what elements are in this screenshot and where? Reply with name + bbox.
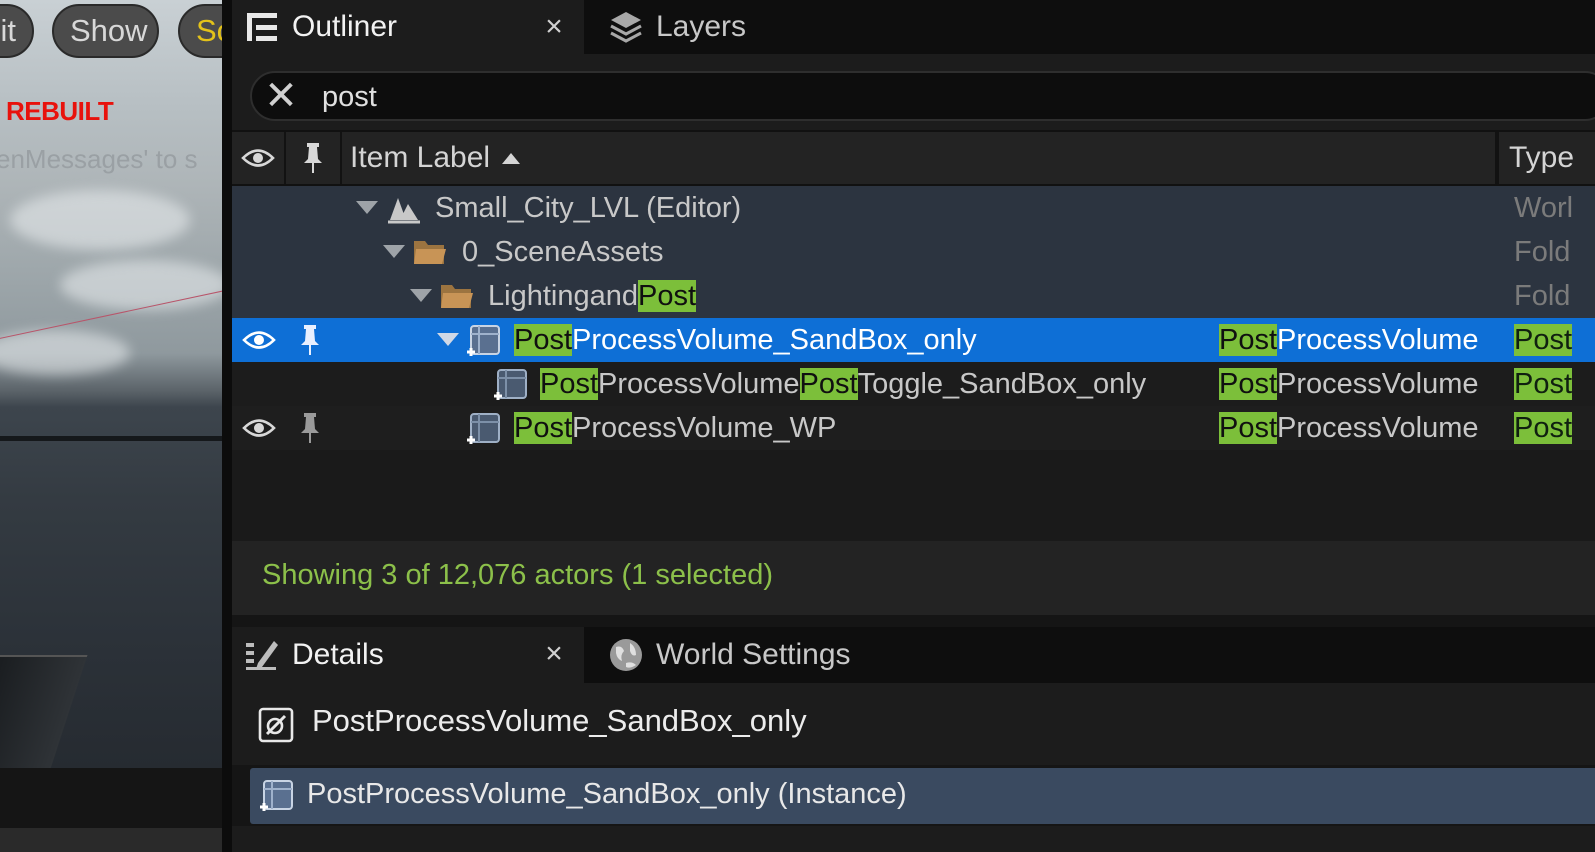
outliner-status-bar: Showing 3 of 12,076 actors (1 selected) <box>232 541 1595 615</box>
pin-icon[interactable] <box>298 322 322 358</box>
viewport-pier <box>0 655 88 768</box>
viewport-scalability-button[interactable]: Sc <box>178 4 222 58</box>
tree-row-type-extra: Post <box>1514 368 1573 400</box>
tab-world-settings[interactable]: World Settings <box>596 627 976 683</box>
item-label-column-header[interactable]: Item Label <box>342 132 1497 184</box>
viewport-show-button[interactable]: Show <box>52 4 159 58</box>
close-icon[interactable]: × <box>534 0 574 54</box>
volume-actor-icon <box>492 366 528 402</box>
layers-icon <box>606 7 646 47</box>
details-header: PostProcessVolume_SandBox_only <box>232 683 1595 765</box>
actor-class-icon <box>258 707 294 743</box>
tree-row-label: LightingandPost <box>488 280 697 312</box>
type-header-text: Type <box>1509 141 1575 174</box>
search-box: ✕ <box>250 71 1595 121</box>
volume-actor-icon <box>465 322 501 358</box>
tab-details[interactable]: Details <box>232 627 584 683</box>
tree-row-label: Small_City_LVL (Editor) <box>435 192 742 224</box>
tree-row-selected-actor[interactable]: PostProcessVolume_SandBox_only PostProce… <box>232 318 1595 362</box>
tree-row-actor[interactable]: PostProcessVolume_WP PostProcessVolume P… <box>232 406 1595 450</box>
details-icon <box>242 635 282 675</box>
eye-icon <box>241 149 275 167</box>
pin-column-header[interactable] <box>286 132 342 184</box>
tree-row-type: Worl <box>1514 192 1574 224</box>
component-instance-row[interactable]: PostProcessVolume_SandBox_only (Instance… <box>250 768 1595 824</box>
details-next-row <box>232 826 1595 852</box>
eye-icon[interactable] <box>242 412 276 444</box>
volume-actor-icon <box>258 777 296 815</box>
tree-row-folder[interactable]: LightingandPost Fold <box>232 274 1595 318</box>
pin-icon <box>304 143 322 173</box>
selected-actor-name[interactable]: PostProcessVolume_SandBox_only <box>312 703 807 739</box>
outliner-search-row: ✕ <box>232 54 1595 130</box>
folder-icon <box>439 278 475 314</box>
tree-row-label: PostProcessVolume_SandBox_only <box>514 324 977 356</box>
details-tab-bar: Details × World Settings <box>232 627 1595 683</box>
visibility-column-header[interactable] <box>232 132 286 184</box>
close-icon[interactable]: × <box>534 627 574 683</box>
search-input[interactable] <box>322 79 1522 115</box>
expand-arrow-icon[interactable] <box>356 201 378 214</box>
viewport-screen-message: enMessages' to s <box>0 144 198 174</box>
tree-row-actor[interactable]: PostProcessVolumePostToggle_SandBox_only… <box>232 362 1595 406</box>
tab-layers[interactable]: Layers <box>596 0 936 54</box>
sky-cloud <box>60 260 222 310</box>
tree-row-world[interactable]: Small_City_LVL (Editor) Worl <box>232 186 1595 230</box>
sky-cloud <box>0 330 130 375</box>
viewport-footer <box>0 768 222 828</box>
tree-row-type: Fold <box>1514 236 1571 268</box>
folder-icon <box>412 234 448 270</box>
tree-row-type: Fold <box>1514 280 1571 312</box>
tree-row-type: PostProcessVolume <box>1219 412 1479 444</box>
tab-outliner-label: Outliner <box>292 10 398 43</box>
tree-row-type: PostProcessVolume <box>1219 324 1479 356</box>
level-viewport[interactable]: it Show Sc REBUILT enMessages' to s <box>0 0 222 768</box>
expand-arrow-icon[interactable] <box>410 289 432 302</box>
actor-count-status: Showing 3 of 12,076 actors (1 selected) <box>262 559 774 591</box>
volume-actor-icon <box>465 410 501 446</box>
expand-arrow-icon[interactable] <box>437 333 459 346</box>
tree-row-label: PostProcessVolumePostToggle_SandBox_only <box>540 368 1147 400</box>
sort-ascending-icon <box>502 152 521 164</box>
component-instance-label: PostProcessVolume_SandBox_only (Instance… <box>307 778 907 810</box>
sky-cloud <box>10 190 190 250</box>
outliner-column-header: Item Label Type <box>232 130 1595 186</box>
viewport-footer-strip <box>0 828 222 852</box>
tree-row-label: PostProcessVolume_WP <box>514 412 837 444</box>
tree-row-type-extra: Post <box>1514 324 1573 356</box>
outliner-tree: Small_City_LVL (Editor) Worl 0_SceneAsse… <box>232 186 1595 541</box>
editor-side-panel: Outliner × Layers ✕ Item Label Type <box>222 0 1595 852</box>
outliner-tab-bar: Outliner × Layers <box>232 0 1595 54</box>
clear-search-icon[interactable]: ✕ <box>260 75 302 117</box>
world-settings-icon <box>606 635 646 675</box>
lighting-rebuilt-warning: REBUILT <box>6 96 114 126</box>
eye-icon[interactable] <box>242 324 276 356</box>
expand-arrow-icon[interactable] <box>383 245 405 258</box>
outliner-icon <box>242 7 282 47</box>
tab-layers-label: Layers <box>656 10 747 43</box>
tab-outliner[interactable]: Outliner <box>232 0 584 54</box>
tree-row-type: PostProcessVolume <box>1219 368 1479 400</box>
viewport-button-edit[interactable]: it <box>0 4 34 58</box>
tab-world-settings-label: World Settings <box>656 638 851 671</box>
type-column-header[interactable]: Type <box>1497 132 1595 184</box>
tree-row-type-extra: Post <box>1514 412 1573 444</box>
item-label-header-text: Item Label <box>350 141 491 174</box>
tree-row-folder[interactable]: 0_SceneAssets Fold <box>232 230 1595 274</box>
pin-icon[interactable] <box>298 410 322 446</box>
tree-row-label: 0_SceneAssets <box>462 236 664 268</box>
tab-details-label: Details <box>292 638 384 671</box>
viewport-horizon <box>0 436 222 441</box>
world-icon <box>386 190 422 226</box>
